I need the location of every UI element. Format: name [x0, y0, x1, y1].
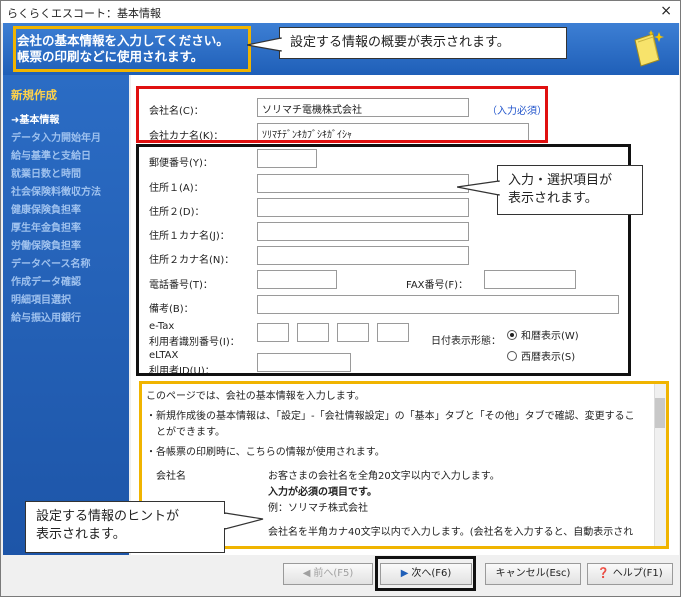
callout-inputs-pointer [457, 180, 501, 196]
sidebar-heading: 新規作成 [11, 88, 57, 102]
sidebar-item-statement-items[interactable]: 明細項目選択 [11, 291, 71, 306]
sidebar-item-insurance-collection[interactable]: 社会保険料徴収方法 [11, 183, 101, 198]
sidebar-item-database-name[interactable]: データベース名称 [11, 255, 91, 270]
sidebar-item-basic-info[interactable]: ➜基本情報 [11, 111, 59, 126]
help-button-label: ヘルプ(F1) [612, 568, 663, 579]
hint-bullet2: ・各帳票の印刷時に、こちらの情報が使用されます。 [146, 447, 385, 458]
hint-desc3: 例：ソリマチ株式会社 [268, 503, 368, 514]
callout-hint: 設定する情報のヒントが 表示されます。 [25, 501, 225, 553]
hint-bullet1a: ・新規作成後の基本情報は、「設定」-「会社情報設定」の「基本」タブと「その他」タ… [146, 411, 635, 422]
hint-desc2: 入力が必須の項目です。 [268, 487, 377, 498]
sidebar-item-health-insurance[interactable]: 健康保険負担率 [11, 201, 81, 216]
next-button-highlight-frame [375, 556, 476, 591]
callout-overview-pointer [247, 37, 283, 52]
sidebar-item-working-days[interactable]: 就業日数と時間 [11, 165, 81, 180]
hint-scrollbar[interactable] [654, 384, 666, 546]
banner-title: 会社の基本情報を入力してください。 帳票の印刷などに使用されます。 [17, 33, 229, 64]
hint-bullet1b: とができます。 [146, 427, 225, 438]
callout-inputs: 入力・選択項目が 表示されます。 [497, 165, 643, 215]
hint-term: 会社名 [156, 471, 186, 482]
callout-hint-pointer [223, 512, 264, 530]
title-bar: らくらくエスコート：基本情報 × [1, 1, 680, 23]
hint-desc4: 会社名を半角カナ40文字以内で入力します。(会社名を入力すると、自動表示され [268, 527, 634, 538]
prev-button[interactable]: ◀ 前へ(F5) [283, 563, 373, 585]
dialog-window: らくらくエスコート：基本情報 × 会社の基本情報を入力してください。 帳票の印刷… [0, 0, 681, 597]
hint-scrollbar-thumb[interactable] [655, 398, 665, 428]
sidebar-item-confirm-data[interactable]: 作成データ確認 [11, 273, 81, 288]
required-fields-frame [136, 86, 548, 143]
help-icon: ❓ [597, 568, 610, 579]
hint-intro: このページでは、会社の基本情報を入力します。 [146, 391, 365, 402]
hint-desc1: お客さまの会社名を全角20文字以内で入力します。 [268, 471, 500, 482]
prev-button-label: 前へ(F5) [313, 568, 354, 579]
window-title: らくらくエスコート：基本情報 [7, 7, 161, 20]
left-arrow-icon: ◀ [302, 568, 311, 579]
sidebar-item-bank[interactable]: 給与振込用銀行 [11, 309, 81, 324]
sidebar-item-pension[interactable]: 厚生年金負担率 [11, 219, 81, 234]
close-icon[interactable]: × [660, 3, 672, 19]
sparkle-document-icon [634, 30, 664, 67]
cancel-button-label: キャンセル(Esc) [495, 568, 571, 579]
help-button[interactable]: ❓ ヘルプ(F1) [587, 563, 673, 585]
wizard-steps-sidebar: 新規作成 ➜基本情報 データ入力開始年月 給与基準と支給日 就業日数と時間 社会… [3, 75, 129, 555]
callout-overview: 設定する情報の概要が表示されます。 [279, 27, 567, 59]
cancel-button[interactable]: キャンセル(Esc) [485, 563, 581, 585]
sidebar-item-labor-insurance[interactable]: 労働保険負担率 [11, 237, 81, 252]
sidebar-item-start-month[interactable]: データ入力開始年月 [11, 129, 101, 144]
sidebar-item-pay-standards[interactable]: 給与基準と支給日 [11, 147, 91, 162]
